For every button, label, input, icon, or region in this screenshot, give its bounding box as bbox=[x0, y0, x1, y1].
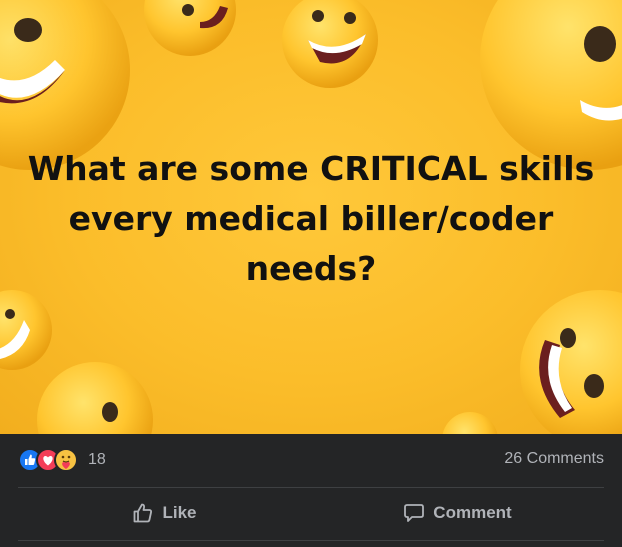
thumbs-up-icon bbox=[134, 503, 153, 523]
like-button-label: Like bbox=[162, 503, 197, 522]
reaction-count[interactable]: 18 bbox=[88, 451, 106, 469]
smiley-emoji-icon bbox=[37, 362, 153, 434]
comment-button-label: Comment bbox=[433, 503, 512, 522]
smiley-emoji-icon bbox=[520, 290, 622, 434]
comment-button[interactable]: Comment bbox=[311, 491, 604, 535]
comments-count-link[interactable]: 26 Comments bbox=[504, 450, 604, 468]
like-button[interactable]: Like bbox=[18, 491, 311, 535]
divider bbox=[18, 540, 604, 541]
care-reaction-icon bbox=[54, 448, 78, 472]
post-image-text: What are some CRITICAL skills every medi… bbox=[27, 149, 595, 288]
divider bbox=[18, 487, 604, 488]
smiley-emoji-icon bbox=[442, 412, 498, 434]
smiley-emoji-icon bbox=[144, 0, 236, 56]
post-actions: Like Comment bbox=[18, 491, 604, 535]
smiley-emoji-icon bbox=[282, 0, 378, 88]
post-stats: 18 26 Comments bbox=[18, 446, 604, 476]
post-image[interactable]: What are some CRITICAL skills every medi… bbox=[0, 0, 622, 434]
smiley-emoji-icon bbox=[0, 290, 52, 370]
comment-bubble-icon bbox=[404, 504, 425, 522]
reactions-summary[interactable]: 18 bbox=[18, 446, 106, 474]
